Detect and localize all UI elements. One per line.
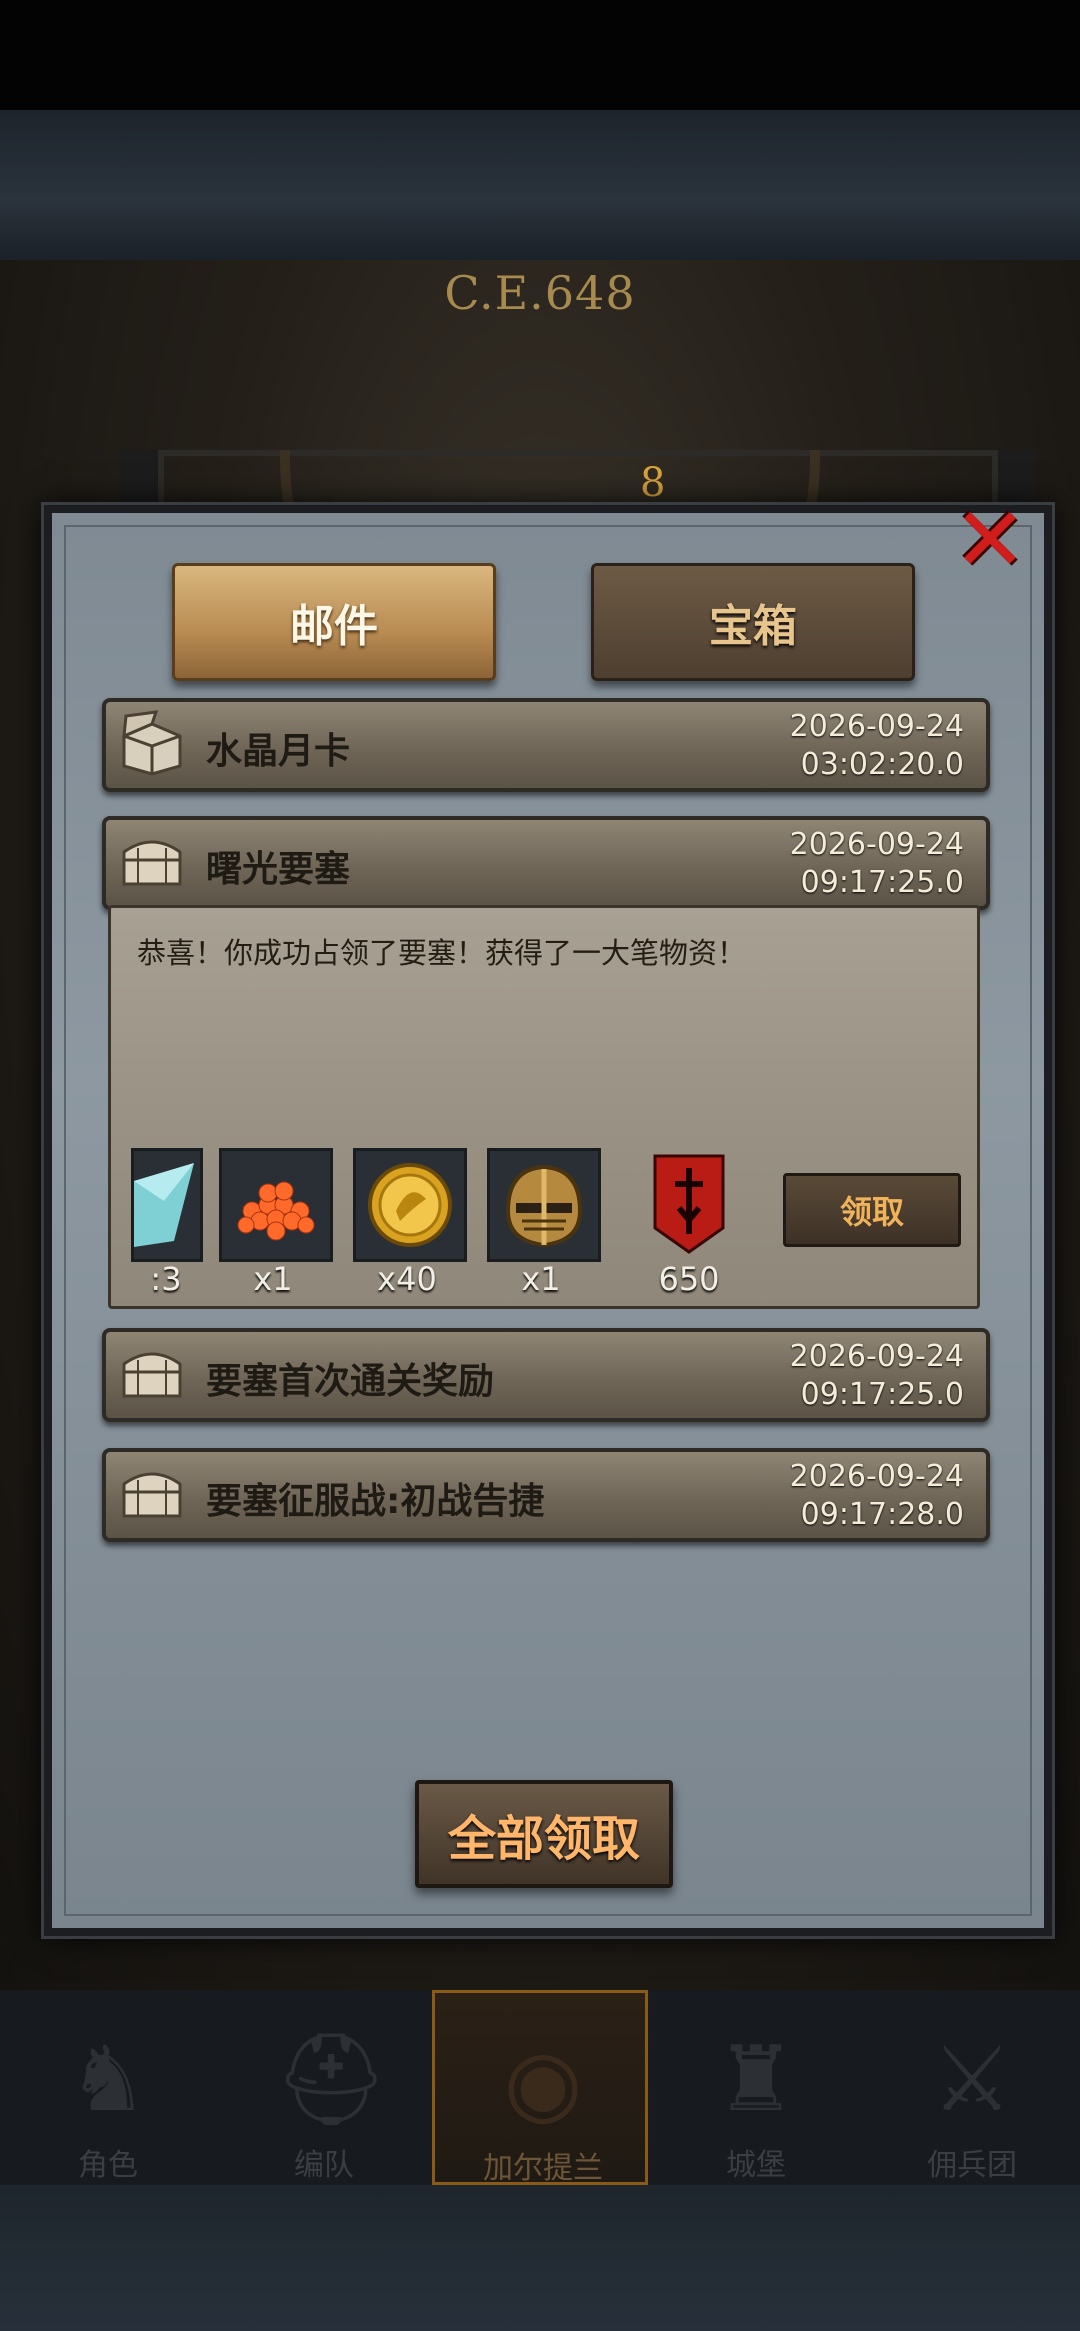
- chest-icon: [122, 840, 182, 886]
- nav-item-mercenary[interactable]: ⚔ 佣兵团: [864, 1990, 1080, 2185]
- reward-item[interactable]: [635, 1148, 743, 1256]
- blade-shard-icon: [134, 1163, 194, 1247]
- mail-time: 09:17:25.0: [800, 1377, 964, 1412]
- reward-count: :3: [150, 1260, 182, 1298]
- nav-item-castle[interactable]: ♜ 城堡: [648, 1990, 864, 2185]
- mail-date: 2026-09-24: [789, 1459, 964, 1494]
- nav-label: 编队: [294, 2148, 354, 2183]
- nav-label: 城堡: [726, 2148, 786, 2183]
- tab-chest[interactable]: 宝箱: [591, 563, 915, 681]
- bottom-nav: ♞ 角色 ⛑ 编队 ◉ 加尔提兰 ♜ 城堡 ⚔ 佣兵团: [0, 1990, 1080, 2186]
- reward-count: x40: [377, 1260, 437, 1298]
- open-chest-icon: [122, 710, 182, 776]
- warrior-icon: ⚔: [931, 2027, 1013, 2132]
- mail-message: 恭喜！你成功占领了要塞！获得了一大笔物资！: [137, 936, 747, 970]
- mail-row-conquest-first-win[interactable]: 要塞征服战:初战告捷 2026-09-24 09:17:28.0: [102, 1448, 990, 1542]
- close-button[interactable]: ✕: [950, 495, 1030, 585]
- nav-item-character[interactable]: ♞ 角色: [0, 1990, 216, 2185]
- reward-count: x1: [521, 1260, 561, 1298]
- nav-label: 角色: [78, 2148, 138, 2183]
- nav-item-galtilan[interactable]: ◉ 加尔提兰: [432, 1990, 648, 2186]
- mail-timestamp: 2026-09-24 09:17:25.0: [704, 1338, 964, 1414]
- knight-helmet-icon: [505, 1164, 583, 1248]
- mail-timestamp: 2026-09-24 03:02:20.0: [704, 708, 964, 784]
- status-bar-area: [0, 0, 1080, 110]
- top-banner: [0, 110, 1080, 260]
- knight-icon: ♞: [67, 2027, 149, 2132]
- mail-title: 水晶月卡: [206, 731, 351, 772]
- mail-title: 曙光要塞: [206, 849, 351, 890]
- reward-item[interactable]: [353, 1148, 467, 1262]
- nav-item-formation[interactable]: ⛑ 编队: [216, 1990, 432, 2185]
- gold-coin-icon: [368, 1163, 452, 1247]
- mail-row-dawn-fortress[interactable]: 曙光要塞 2026-09-24 09:17:25.0: [102, 816, 990, 910]
- fish-roe-icon: [237, 1181, 315, 1241]
- mail-timestamp: 2026-09-24 09:17:28.0: [704, 1458, 964, 1534]
- era-label: C.E.648: [444, 266, 636, 320]
- mail-time: 03:02:20.0: [800, 747, 964, 782]
- castle-icon: ♜: [715, 2027, 797, 2132]
- reward-item[interactable]: [131, 1148, 203, 1262]
- mail-row-first-clear-reward[interactable]: 要塞首次通关奖励 2026-09-24 09:17:25.0: [102, 1328, 990, 1422]
- reward-count: 650: [658, 1260, 720, 1298]
- bottom-banner: [0, 2185, 1080, 2331]
- tab-mail[interactable]: 邮件: [172, 563, 496, 681]
- mail-timestamp: 2026-09-24 09:17:25.0: [704, 826, 964, 902]
- reward-item[interactable]: [219, 1148, 333, 1262]
- mail-body: 恭喜！你成功占领了要塞！获得了一大笔物资！ :3 x1 x40 x1 650 领…: [108, 905, 980, 1309]
- mail-time: 09:17:25.0: [800, 865, 964, 900]
- claim-button[interactable]: 领取: [783, 1173, 961, 1247]
- helmet-icon: ⛑: [274, 2027, 389, 2132]
- chest-icon: [122, 1352, 182, 1398]
- dragon-emblem-icon: ◉: [503, 2030, 583, 2135]
- mail-date: 2026-09-24: [789, 1339, 964, 1374]
- reward-count: x1: [253, 1260, 293, 1298]
- reward-item[interactable]: [487, 1148, 601, 1262]
- mail-time: 09:17:28.0: [800, 1497, 964, 1532]
- nav-label: 佣兵团: [927, 2148, 1017, 2183]
- mail-date: 2026-09-24: [789, 827, 964, 862]
- red-banner-icon: [653, 1154, 725, 1254]
- mail-title: 要塞首次通关奖励: [206, 1361, 495, 1402]
- chest-icon: [122, 1472, 182, 1518]
- mail-title: 要塞征服战:初战告捷: [206, 1481, 545, 1522]
- mail-date: 2026-09-24: [789, 709, 964, 744]
- claim-all-button[interactable]: 全部领取: [415, 1780, 673, 1888]
- nav-label: 加尔提兰: [483, 2151, 603, 2186]
- close-icon: ✕: [953, 488, 1027, 591]
- mail-row-crystal-card[interactable]: 水晶月卡 2026-09-24 03:02:20.0: [102, 698, 990, 792]
- dial-current-number: 8: [640, 460, 666, 506]
